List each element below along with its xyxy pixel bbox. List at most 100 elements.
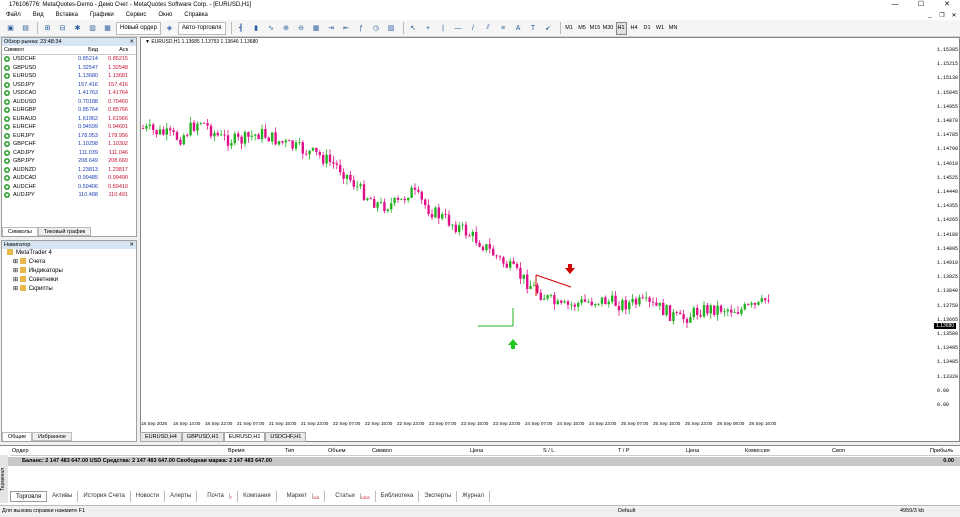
tab-market[interactable]: Маркет 115: [277, 491, 326, 502]
market-row[interactable]: ◆ USDCHF 0.85214 0.85215: [2, 55, 136, 64]
menu-window[interactable]: Окно: [152, 12, 178, 18]
col-price2[interactable]: Цена: [686, 447, 699, 456]
tf-m1[interactable]: M1: [564, 22, 575, 35]
menu-insert[interactable]: Вставка: [50, 12, 84, 18]
tile-icon[interactable]: ▦: [310, 22, 323, 35]
tab-tick-chart[interactable]: Тиковый график: [37, 227, 92, 236]
tf-mn[interactable]: MN: [668, 22, 679, 35]
cursor-icon[interactable]: ↖: [407, 22, 420, 35]
col-tp[interactable]: T / P: [618, 447, 630, 456]
close-icon[interactable]: ✕: [129, 241, 136, 249]
col-volume[interactable]: Объем: [328, 447, 346, 456]
mdi-minimize-icon[interactable]: _: [924, 12, 936, 19]
market-row[interactable]: ◆ GBPUSD 1.32547 1.32548: [2, 64, 136, 73]
market-row[interactable]: ◆ AUDCHF 0.59406 0.59410: [2, 183, 136, 192]
vertical-line-icon[interactable]: |: [437, 22, 450, 35]
col-commission[interactable]: Комиссия: [745, 447, 770, 456]
tab-assets[interactable]: Активы: [47, 491, 79, 502]
col-price[interactable]: Цена: [470, 447, 483, 456]
navigator-icon[interactable]: ✱: [71, 22, 84, 35]
col-symbol[interactable]: Символ: [2, 46, 66, 54]
chart-tab[interactable]: EURUSD,H4: [140, 432, 182, 442]
chart-shift-icon[interactable]: ⇤: [340, 22, 353, 35]
market-row[interactable]: ◆ EURAUD 1.61962 1.61966: [2, 115, 136, 124]
col-swap[interactable]: Своп: [832, 447, 845, 456]
mdi-close-icon[interactable]: ✕: [948, 12, 960, 19]
col-sl[interactable]: S / L: [543, 447, 554, 456]
tree-item-accounts[interactable]: ⊞ Счета: [7, 258, 136, 267]
indicators-icon[interactable]: ƒ: [355, 22, 368, 35]
data-window-icon[interactable]: ⊟: [56, 22, 69, 35]
sell-line[interactable]: [535, 274, 572, 288]
zoom-out-icon[interactable]: ⊖: [295, 22, 308, 35]
market-row[interactable]: ◆ CADJPY 111.039 111.046: [2, 149, 136, 158]
crosshair-icon[interactable]: +: [422, 22, 435, 35]
market-row[interactable]: ◆ GBPJPY 208.649 208.660: [2, 157, 136, 166]
mdi-restore-icon[interactable]: ❐: [936, 12, 948, 19]
col-bid[interactable]: Бид: [66, 46, 98, 54]
col-ask[interactable]: Аск: [98, 46, 132, 54]
tf-m15[interactable]: M15: [590, 22, 601, 35]
col-symbol[interactable]: Символ: [372, 447, 392, 456]
tab-journal[interactable]: Журнал: [457, 491, 491, 502]
col-order[interactable]: Ордер: [12, 447, 29, 456]
tab-trade[interactable]: Торговля: [10, 491, 48, 502]
horizontal-line-icon[interactable]: —: [452, 22, 465, 35]
chart-tab-active[interactable]: EURUSD,H1: [223, 432, 266, 442]
tester-icon[interactable]: ▦: [101, 22, 114, 35]
tab-news[interactable]: Новости: [131, 491, 166, 502]
tab-favorites[interactable]: Избранное: [32, 432, 72, 441]
col-time[interactable]: Время: [228, 447, 245, 456]
tab-company[interactable]: Компания: [238, 491, 277, 502]
tab-experts[interactable]: Эксперты: [419, 491, 458, 502]
close-icon[interactable]: ✕: [934, 0, 960, 10]
col-type[interactable]: Тип: [285, 447, 294, 456]
fibo-icon[interactable]: ≡: [497, 22, 510, 35]
tf-w1[interactable]: W1: [655, 22, 666, 35]
tab-common[interactable]: Общие: [2, 432, 33, 441]
candlestick-chart[interactable]: [140, 38, 932, 420]
tf-d1[interactable]: D1: [642, 22, 653, 35]
terminal-icon[interactable]: ▥: [86, 22, 99, 35]
menu-file[interactable]: Файл: [0, 12, 27, 18]
menu-view[interactable]: Вид: [27, 12, 50, 18]
text-icon[interactable]: A: [512, 22, 525, 35]
tab-alerts[interactable]: Алерты: [165, 491, 198, 502]
tf-m30[interactable]: M30: [603, 22, 614, 35]
market-row[interactable]: ◆ AUDJPY 110.488 110.491: [2, 191, 136, 200]
periods-icon[interactable]: ◷: [370, 22, 383, 35]
market-row[interactable]: ◆ EURGBP 0.85764 0.85766: [2, 106, 136, 115]
tab-mailbox[interactable]: Почта 7: [197, 491, 239, 502]
label-icon[interactable]: T: [527, 22, 540, 35]
market-row[interactable]: ◆ AUDCAD 0.99485 0.99490: [2, 174, 136, 183]
autotrading-button[interactable]: Авто-торговля: [177, 21, 226, 35]
arrows-icon[interactable]: ➹: [542, 22, 555, 35]
menu-charts[interactable]: Графики: [84, 12, 120, 18]
market-watch-icon[interactable]: ⊞: [41, 22, 54, 35]
zoom-in-icon[interactable]: ⊕: [280, 22, 293, 35]
tree-item-experts[interactable]: ⊞ Советники: [7, 276, 136, 285]
market-row[interactable]: ◆ GBPCHF 1.10298 1.10302: [2, 140, 136, 149]
buy-arrow-icon[interactable]: [508, 339, 518, 349]
market-row[interactable]: ◆ AUDNZD 1.23813 1.23817: [2, 166, 136, 175]
tf-h1[interactable]: H1: [615, 21, 627, 35]
maximize-icon[interactable]: ☐: [908, 0, 934, 10]
tab-symbols[interactable]: Символы: [2, 227, 38, 236]
tab-history[interactable]: История Счета: [78, 491, 131, 502]
profiles-icon[interactable]: ▤: [19, 22, 32, 35]
market-row[interactable]: ◆ EURJPY 178.953 178.956: [2, 132, 136, 141]
chart-tab[interactable]: USDCHF,H1: [265, 432, 307, 442]
trendline-icon[interactable]: /: [467, 22, 480, 35]
menu-help[interactable]: Справка: [178, 12, 214, 18]
market-row[interactable]: ◆ USDCAD 1.41763 1.41764: [2, 89, 136, 98]
menu-tools[interactable]: Сервис: [120, 12, 153, 18]
market-row[interactable]: ◆ EURCHF 0.94599 0.94601: [2, 123, 136, 132]
tab-articles[interactable]: Статьи 1303: [325, 491, 376, 502]
channel-icon[interactable]: ⫽: [482, 22, 495, 35]
candle-chart-icon[interactable]: ▮: [250, 22, 263, 35]
line-chart-icon[interactable]: ∿: [265, 22, 278, 35]
autoscroll-icon[interactable]: ⇥: [325, 22, 338, 35]
minimize-icon[interactable]: —: [882, 0, 908, 10]
market-row[interactable]: ◆ EURUSD 1.13680 1.13681: [2, 72, 136, 81]
balance-row[interactable]: Баланс: 2 147 483 647.00 USD Средства: 2…: [8, 457, 960, 466]
